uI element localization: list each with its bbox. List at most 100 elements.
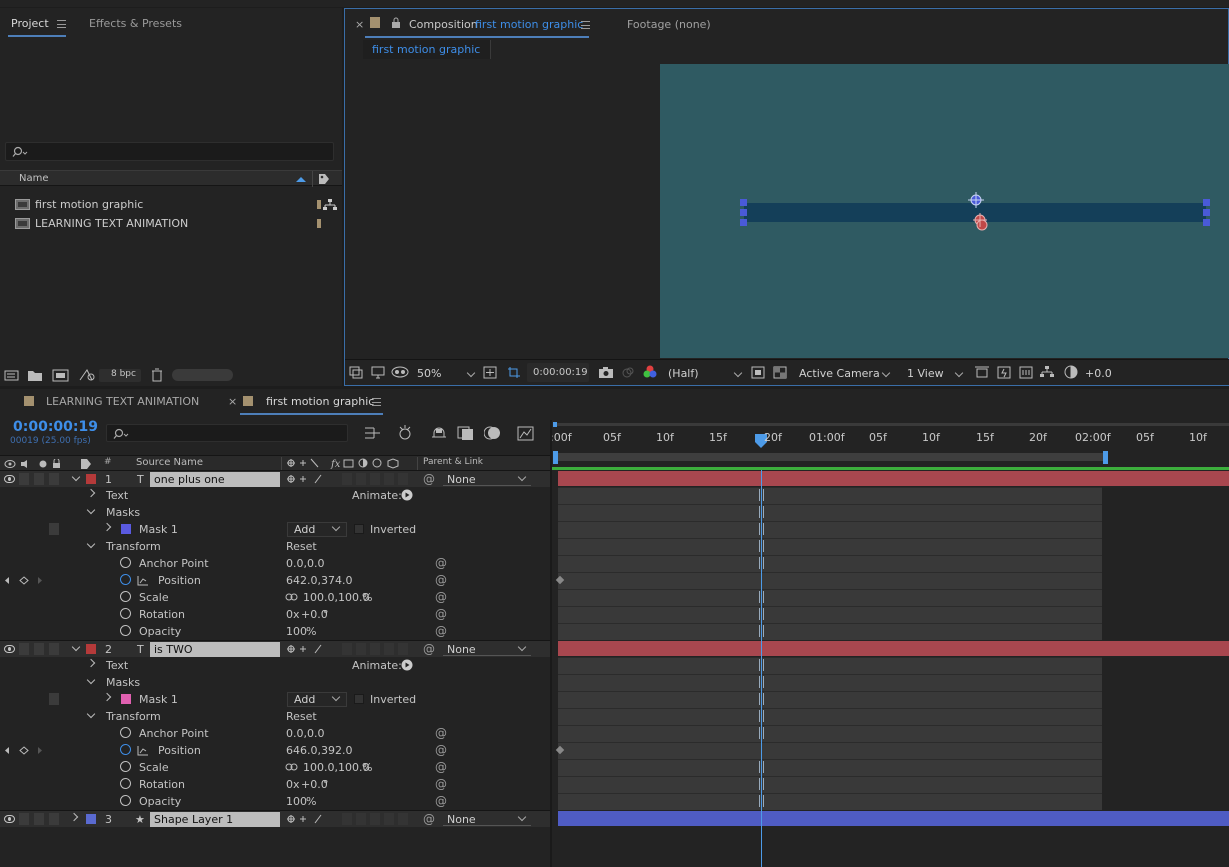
- composition-menu-icon[interactable]: [581, 21, 590, 29]
- graph-icon[interactable]: [137, 745, 149, 756]
- frame-blend-switch[interactable]: [356, 813, 366, 825]
- mask-name[interactable]: Mask 1: [139, 523, 178, 536]
- anchor-point-value[interactable]: 0.0,0.0: [286, 557, 324, 570]
- layer-row[interactable]: 1 T one plus one @ None: [0, 470, 550, 487]
- panel-divider[interactable]: [550, 420, 552, 867]
- property-row[interactable]: Anchor Point 0.0,0.0 @: [0, 555, 550, 572]
- label-tag-icon[interactable]: [318, 173, 330, 185]
- target-region-icon[interactable]: [751, 366, 765, 379]
- layer-track[interactable]: [552, 640, 1229, 657]
- hide-shy-layers-icon[interactable]: [430, 425, 448, 441]
- stopwatch-icon[interactable]: [120, 761, 131, 772]
- stopwatch-icon[interactable]: [120, 608, 131, 619]
- layer-switches[interactable]: [286, 474, 326, 485]
- project-menu-icon[interactable]: [57, 20, 66, 28]
- property-row[interactable]: Anchor Point 0.0,0.0 @: [0, 725, 550, 742]
- fx-switch[interactable]: [342, 813, 352, 825]
- fit-icon[interactable]: [483, 366, 497, 379]
- opacity-value[interactable]: 100: [286, 625, 307, 638]
- close-tab-button[interactable]: ×: [355, 18, 364, 31]
- reset-link[interactable]: Reset: [286, 710, 317, 723]
- pickwhip-icon[interactable]: @: [435, 573, 447, 587]
- opacity-value[interactable]: 100: [286, 795, 307, 808]
- frame-blend-switch[interactable]: [356, 643, 366, 655]
- trash-icon[interactable]: [151, 368, 163, 382]
- motion-blur-switch[interactable]: [370, 473, 380, 485]
- chevron-down-icon[interactable]: [733, 368, 743, 378]
- layer-label-color[interactable]: [86, 814, 96, 824]
- selection-handle[interactable]: [740, 219, 747, 226]
- stopwatch-icon[interactable]: [120, 795, 131, 806]
- view-layout-select[interactable]: 1 View: [907, 367, 944, 380]
- keyframe-navigator[interactable]: [4, 746, 44, 755]
- stopwatch-icon[interactable]: [120, 625, 131, 636]
- property-row[interactable]: Text Animate:: [0, 487, 550, 504]
- pickwhip-icon[interactable]: @: [435, 556, 447, 570]
- selection-handle[interactable]: [1203, 209, 1210, 216]
- pickwhip-icon[interactable]: @: [423, 812, 435, 826]
- transparency-grid-icon[interactable]: [773, 366, 787, 379]
- solo-switch[interactable]: [34, 643, 44, 655]
- chevron-down-icon[interactable]: [71, 472, 81, 482]
- draft-3d-icon[interactable]: [397, 424, 415, 442]
- motion-blur-switch[interactable]: [370, 643, 380, 655]
- mask-name[interactable]: Mask 1: [139, 693, 178, 706]
- time-ruler[interactable]: [552, 420, 1229, 470]
- lock-switch[interactable]: [49, 693, 59, 705]
- parent-link-header[interactable]: Parent & Link: [423, 457, 483, 467]
- mask-row[interactable]: Mask 1 Add Inverted: [0, 521, 550, 538]
- selection-handle[interactable]: [740, 209, 747, 216]
- layer-label-color[interactable]: [86, 644, 96, 654]
- selection-handle[interactable]: [1203, 199, 1210, 206]
- scale-value[interactable]: 100.0,100.0: [303, 591, 369, 604]
- reset-link[interactable]: Reset: [286, 540, 317, 553]
- mask-visibility-icon[interactable]: [391, 366, 409, 379]
- source-name-header[interactable]: Source Name: [136, 457, 203, 468]
- video-visibility-icon[interactable]: [4, 645, 15, 653]
- property-row[interactable]: Rotation 0 x +0.0 ° @: [0, 776, 550, 793]
- property-row[interactable]: Transform Reset: [0, 708, 550, 725]
- parent-select[interactable]: None: [443, 472, 531, 486]
- mask-mode-select[interactable]: Add: [287, 692, 347, 707]
- adjustment-switch[interactable]: [384, 473, 394, 485]
- close-tab-button[interactable]: ×: [228, 395, 237, 408]
- property-row[interactable]: Text Animate:: [0, 657, 550, 674]
- pickwhip-icon[interactable]: @: [435, 590, 447, 604]
- show-snapshot-icon[interactable]: [621, 366, 635, 379]
- video-visibility-icon[interactable]: [4, 815, 15, 823]
- solo-switch[interactable]: [34, 813, 44, 825]
- anchor-point-value[interactable]: 0.0,0.0: [286, 727, 324, 740]
- selection-handle[interactable]: [1203, 219, 1210, 226]
- layer-name[interactable]: is TWO: [150, 642, 280, 657]
- active-camera-select[interactable]: Active Camera: [799, 367, 880, 380]
- rotation-revolutions[interactable]: 0: [286, 778, 293, 791]
- layer-switches[interactable]: [286, 644, 326, 655]
- pickwhip-icon[interactable]: @: [435, 777, 447, 791]
- anchor-point-icon[interactable]: [972, 212, 990, 234]
- label-tag-icon[interactable]: [80, 458, 92, 470]
- chevron-down-icon[interactable]: [466, 368, 476, 378]
- current-time-indicator[interactable]: [761, 470, 762, 867]
- pickwhip-icon[interactable]: @: [423, 472, 435, 486]
- chevron-right-icon[interactable]: [86, 658, 96, 668]
- chevron-right-icon[interactable]: [102, 522, 112, 532]
- chevron-right-icon[interactable]: [102, 692, 112, 702]
- pickwhip-icon[interactable]: @: [435, 743, 447, 757]
- animate-play-icon[interactable]: [401, 489, 413, 501]
- mask-mode-select[interactable]: Add: [287, 522, 347, 537]
- audio-switch[interactable]: [19, 473, 29, 485]
- timeline-icon[interactable]: [1019, 366, 1033, 379]
- layer-name[interactable]: one plus one: [150, 472, 280, 487]
- tab-first-motion-graphic[interactable]: first motion graphic: [266, 395, 374, 408]
- property-row[interactable]: Scale 100.0,100.0 % @: [0, 759, 550, 776]
- new-composition-icon[interactable]: [52, 368, 70, 382]
- interpret-footage-icon[interactable]: [4, 368, 20, 382]
- chevron-down-icon[interactable]: [86, 505, 96, 515]
- video-visibility-icon[interactable]: [4, 475, 15, 483]
- av-features-icon[interactable]: [4, 459, 66, 469]
- chevron-down-icon[interactable]: [86, 539, 96, 549]
- 3d-layer-switch[interactable]: [398, 473, 408, 485]
- graph-icon[interactable]: [137, 575, 149, 586]
- composition-tab-name[interactable]: first motion graphic: [475, 18, 583, 31]
- lock-switch[interactable]: [49, 813, 59, 825]
